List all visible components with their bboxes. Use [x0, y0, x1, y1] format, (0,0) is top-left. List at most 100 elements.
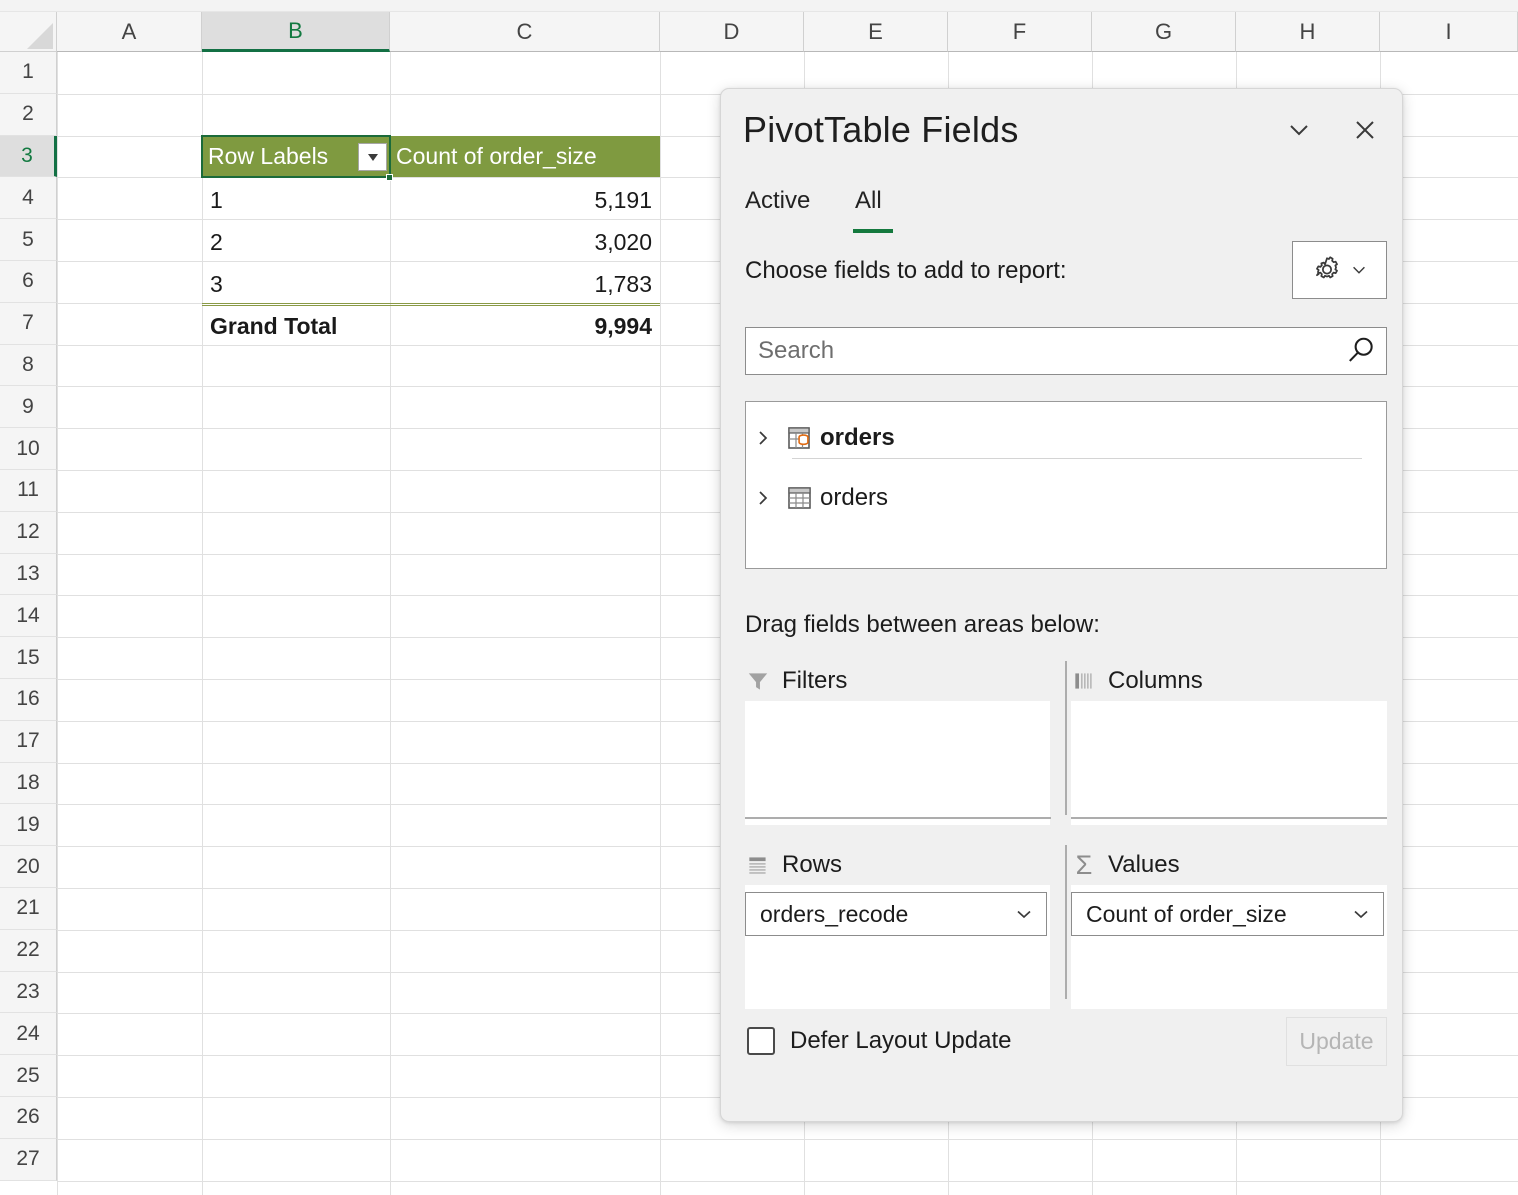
row-header-5[interactable]: 5: [0, 219, 57, 261]
row-header-12[interactable]: 12: [0, 511, 57, 554]
row-labels-filter-button[interactable]: [358, 143, 387, 171]
column-header-e[interactable]: E: [804, 12, 948, 52]
areas-horizontal-divider-left: [745, 817, 1051, 819]
defer-layout-update-row[interactable]: Defer Layout Update: [747, 1027, 1011, 1055]
field-list-item-orders-table[interactable]: orders: [746, 474, 1388, 522]
row-header-17[interactable]: 17: [0, 720, 57, 763]
column-header-g[interactable]: G: [1092, 12, 1236, 52]
area-values[interactable]: Σ Values Count of order_size: [1071, 845, 1387, 1009]
row-header-23[interactable]: 23: [0, 971, 57, 1014]
column-header-f[interactable]: F: [948, 12, 1092, 52]
defer-layout-update-label: Defer Layout Update: [790, 1027, 1012, 1054]
area-filters-header: Filters: [745, 661, 1050, 701]
area-columns[interactable]: Columns: [1071, 661, 1387, 825]
row-header-1[interactable]: 1: [0, 52, 57, 94]
row-header-26[interactable]: 26: [0, 1097, 57, 1139]
pivot-grand-total-value[interactable]: 9,994: [390, 306, 660, 347]
pivot-grand-total-label[interactable]: Grand Total: [202, 306, 390, 347]
column-header-i[interactable]: I: [1380, 12, 1518, 52]
row-header-3[interactable]: 3: [0, 135, 57, 178]
row-header-21[interactable]: 21: [0, 888, 57, 930]
pivot-row-value-1-text: 5,191: [594, 187, 652, 213]
row-header-7[interactable]: 7: [0, 302, 57, 345]
search-button[interactable]: [1334, 334, 1386, 368]
row-header-label: 25: [16, 1063, 40, 1087]
rows-field-pill-label: orders_recode: [760, 900, 909, 927]
row-header-22[interactable]: 22: [0, 929, 57, 972]
panel-close-button[interactable]: [1342, 107, 1388, 153]
row-header-2[interactable]: 2: [0, 93, 57, 136]
column-header-c[interactable]: C: [390, 12, 660, 52]
search-input[interactable]: [746, 337, 1334, 365]
row-header-27[interactable]: 27: [0, 1138, 57, 1181]
pivot-row-label-3[interactable]: 3: [202, 264, 390, 305]
pivot-row-label-1[interactable]: 1: [202, 180, 390, 221]
defer-layout-update-checkbox[interactable]: [747, 1027, 775, 1055]
columns-icon: [1075, 673, 1092, 689]
chevron-down-icon[interactable]: [1014, 904, 1034, 924]
row-header-10[interactable]: 10: [0, 428, 57, 470]
area-filters[interactable]: Filters: [745, 661, 1050, 825]
row-header-4[interactable]: 4: [0, 177, 57, 220]
areas-vertical-divider-bottom: [1065, 845, 1067, 999]
row-header-25[interactable]: 25: [0, 1055, 57, 1097]
row-header-13[interactable]: 13: [0, 553, 57, 596]
row-header-label: 20: [16, 854, 40, 878]
field-list[interactable]: orders orders: [745, 401, 1387, 569]
field-list-separator: [792, 458, 1362, 459]
drag-fields-label: Drag fields between areas below:: [745, 611, 1100, 638]
field-search-box[interactable]: [745, 327, 1387, 375]
row-header-14[interactable]: 14: [0, 595, 57, 638]
row-header-15[interactable]: 15: [0, 637, 57, 679]
row-header-16[interactable]: 16: [0, 679, 57, 721]
field-list-tools-button[interactable]: [1292, 241, 1387, 299]
column-header-h[interactable]: H: [1236, 12, 1380, 52]
values-field-pill-count-of-order-size[interactable]: Count of order_size: [1071, 892, 1384, 936]
pivot-row-label-2-text: 2: [210, 229, 223, 255]
chevron-down-icon: [1290, 125, 1308, 136]
row-header-19[interactable]: 19: [0, 804, 57, 847]
pivot-row-value-1[interactable]: 5,191: [390, 180, 660, 221]
pivot-row-value-3[interactable]: 1,783: [390, 264, 660, 305]
tab-active[interactable]: Active: [745, 187, 810, 221]
area-columns-dropzone[interactable]: [1071, 701, 1387, 825]
chevron-right-icon[interactable]: [746, 488, 780, 508]
rows-field-pill-orders-recode[interactable]: orders_recode: [745, 892, 1047, 936]
select-all-corner[interactable]: [0, 12, 57, 52]
panel-title: PivotTable Fields: [743, 109, 1019, 150]
row-header-label: 16: [16, 687, 40, 711]
row-header-11[interactable]: 11: [0, 470, 57, 512]
area-filters-dropzone[interactable]: [745, 701, 1050, 825]
column-header-a[interactable]: A: [57, 12, 202, 52]
row-header-6[interactable]: 6: [0, 261, 57, 303]
field-list-item-orders-datamodel[interactable]: orders: [746, 414, 1388, 462]
pivot-row-label-2[interactable]: 2: [202, 222, 390, 263]
row-header-label: 17: [16, 729, 40, 753]
pivot-row-value-2[interactable]: 3,020: [390, 222, 660, 263]
column-header-d[interactable]: D: [660, 12, 804, 52]
chevron-right-icon[interactable]: [746, 428, 780, 448]
row-header-9[interactable]: 9: [0, 386, 57, 429]
fill-handle[interactable]: [386, 174, 393, 181]
row-header-label: 26: [16, 1105, 40, 1129]
sigma-icon: Σ: [1075, 849, 1093, 880]
chevron-down-icon[interactable]: [1351, 904, 1371, 924]
pivot-value-header[interactable]: Count of order_size: [390, 136, 660, 177]
pivot-row-labels-header-text: Row Labels: [208, 143, 329, 169]
row-header-label: 6: [22, 269, 34, 293]
pivottable-fields-panel[interactable]: PivotTable Fields Active All Choose fiel…: [720, 88, 1403, 1122]
panel-collapse-button[interactable]: [1276, 107, 1322, 153]
tab-all[interactable]: All: [855, 187, 882, 221]
column-header-b[interactable]: B: [202, 12, 390, 52]
area-rows[interactable]: Rows orders_recode: [745, 845, 1050, 1009]
row-header-8[interactable]: 8: [0, 344, 57, 387]
row-header-20[interactable]: 20: [0, 846, 57, 888]
row-header-label: 1: [22, 60, 34, 84]
pivot-row-value-2-text: 3,020: [594, 229, 652, 255]
row-header-24[interactable]: 24: [0, 1013, 57, 1056]
row-header-18[interactable]: 18: [0, 762, 57, 805]
update-button[interactable]: Update: [1286, 1017, 1387, 1066]
area-rows-header: Rows: [745, 845, 1050, 885]
select-all-triangle-icon: [27, 23, 53, 49]
areas-horizontal-divider-right: [1071, 817, 1387, 819]
